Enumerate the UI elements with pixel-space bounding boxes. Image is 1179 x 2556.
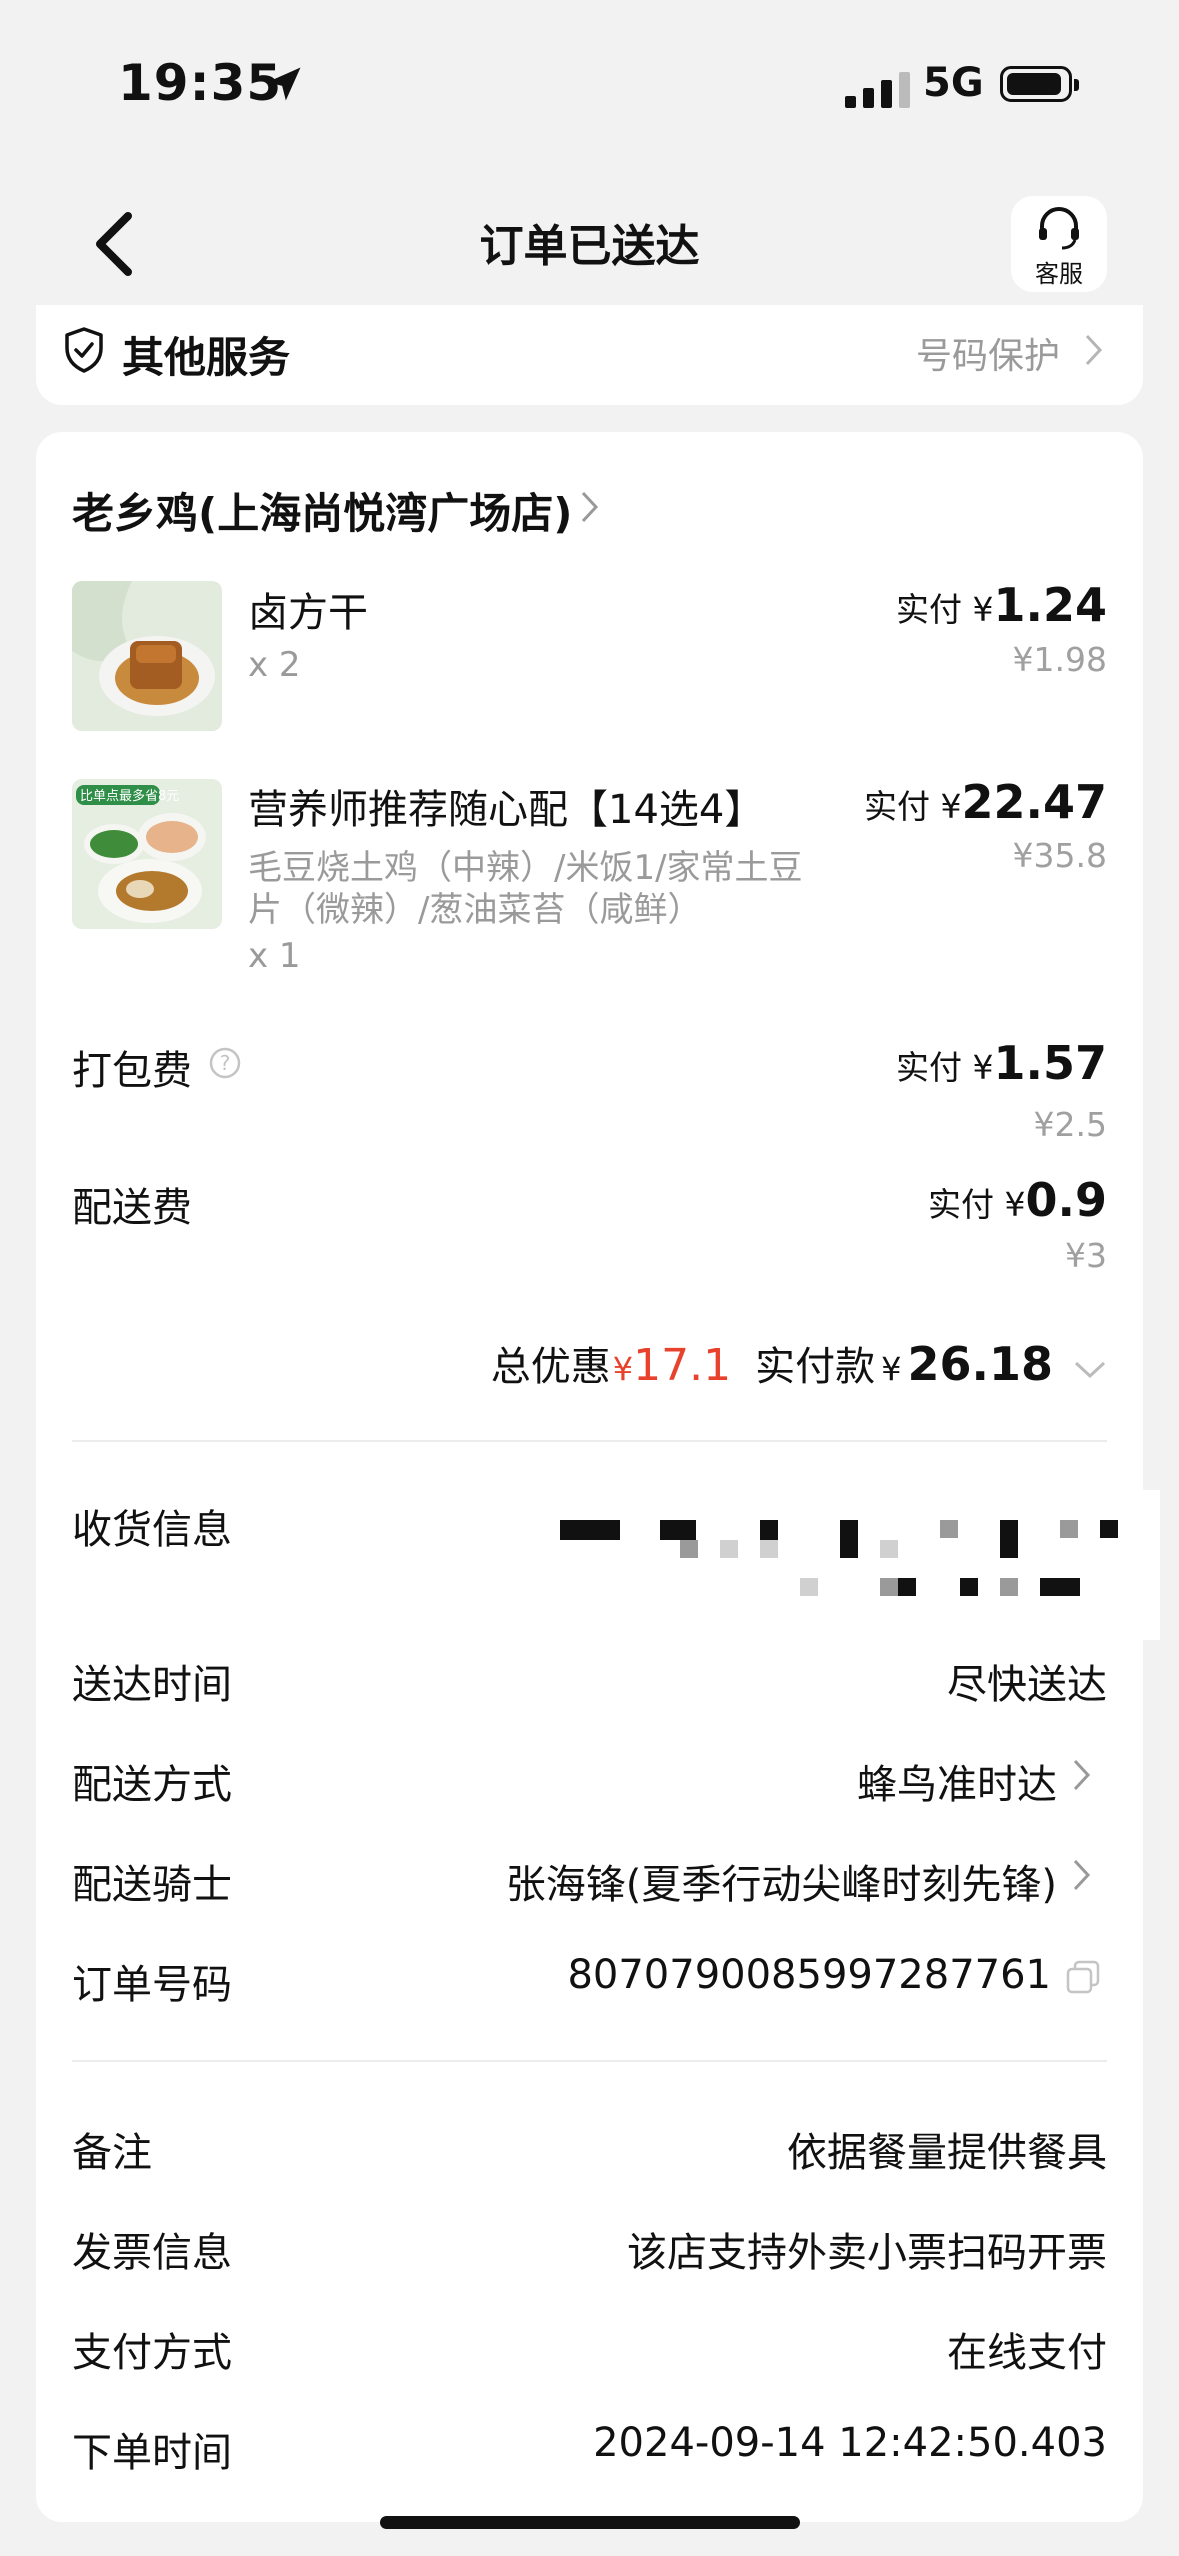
page-title: 订单已送达 [479, 221, 700, 272]
battery-icon [1000, 66, 1079, 102]
divider [72, 1440, 1107, 1442]
copy-icon[interactable] [1064, 1958, 1102, 1996]
delivery-time-value: 尽快送达 [947, 1662, 1107, 1708]
rider-label: 配送骑士 [72, 1862, 232, 1908]
packaging-fee-label: 打包费 [72, 1048, 192, 1094]
shop-chevron-right-icon[interactable] [580, 490, 600, 524]
order-time-value: 2024-09-14 12:42:50.403 [593, 2420, 1107, 2466]
delivery-method-label: 配送方式 [72, 1762, 232, 1808]
customer-service-button[interactable]: 客服 [1011, 196, 1107, 292]
item-name: 卤方干 [248, 590, 368, 636]
receiver-info-label: 收货信息 [72, 1507, 232, 1553]
total-discount-value: 17.1 [633, 1340, 732, 1391]
delivery-fee-label: 配送费 [72, 1185, 192, 1231]
rider-value[interactable]: 张海锋(夏季行动尖峰时刻先锋) [506, 1852, 1057, 1910]
chevron-right-icon[interactable] [1072, 1858, 1092, 1892]
discount-currency: ¥ [612, 1350, 634, 1388]
delivery-time-label: 送达时间 [72, 1662, 232, 1708]
number-protection-label[interactable]: 号码保护 [860, 327, 1060, 379]
order-detail-card [36, 432, 1143, 2522]
packaging-fee-original: ¥2.5 [1033, 1105, 1107, 1144]
order-total-summary[interactable]: 总优惠 ¥ 17.1 实付款 ¥ 26.18 [491, 1334, 1107, 1392]
item-quantity: x 2 [248, 645, 301, 685]
promo-badge-text: 比单点最多省8元 [80, 788, 179, 804]
chevron-right-icon[interactable] [1072, 1758, 1092, 1792]
network-type: 5G [923, 60, 984, 106]
order-number-value: 8070790085997287761 [567, 1952, 1051, 1998]
shop-name[interactable]: 老乡鸡(上海尚悦湾广场店) [72, 480, 572, 541]
item-image-braised-tofu[interactable] [72, 581, 222, 731]
item-original-price: ¥1.98 [1012, 640, 1107, 679]
delivery-fee-original: ¥3 [1065, 1236, 1107, 1275]
delivery-fee-paid: 实付 ¥0.9 [928, 1173, 1107, 1227]
item-spec-line2: 片（微辣）/葱油菜苔（咸鲜） [248, 890, 702, 930]
headset-icon [1039, 207, 1079, 250]
location-arrow-icon [267, 67, 301, 101]
order-number-label: 订单号码 [72, 1962, 232, 2008]
divider [72, 2060, 1107, 2062]
cellular-signal-icon [845, 68, 910, 108]
shield-check-icon [65, 327, 103, 373]
item-original-price: ¥35.8 [1012, 836, 1107, 875]
help-question-icon[interactable]: ? [208, 1046, 242, 1080]
payment-method-value: 在线支付 [947, 2330, 1107, 2376]
note-label: 备注 [72, 2130, 152, 2176]
order-time-label: 下单时间 [72, 2430, 232, 2476]
item-paid-price: 实付 ¥1.24 [896, 578, 1107, 632]
item-paid-price: 实付 ¥22.47 [863, 775, 1107, 829]
item-quantity: x 1 [248, 936, 301, 976]
svg-text:?: ? [220, 1051, 231, 1075]
chevron-down-icon [1074, 1361, 1106, 1379]
invoice-value: 该店支持外卖小票扫码开票 [627, 2230, 1107, 2276]
item-name: 营养师推荐随心配【14选4】 [248, 787, 765, 833]
packaging-fee-paid: 实付 ¥1.57 [896, 1036, 1107, 1090]
paid-currency: ¥ [881, 1350, 902, 1388]
total-discount-label: 总优惠 [490, 1344, 611, 1390]
payment-method-label: 支付方式 [72, 2330, 232, 2376]
invoice-label: 发票信息 [72, 2230, 232, 2276]
services-title: 其他服务 [122, 333, 291, 382]
delivery-method-value[interactable]: 蜂鸟准时达 [857, 1752, 1057, 1810]
receiver-info-redacted [520, 1490, 1160, 1640]
home-indicator[interactable] [380, 2516, 800, 2529]
status-time: 19:35 [118, 54, 283, 112]
customer-service-label: 客服 [1035, 260, 1083, 288]
paid-amount-value: 26.18 [907, 1337, 1053, 1391]
note-value: 依据餐量提供餐具 [787, 2130, 1107, 2176]
item-image-combo-meal[interactable]: 比单点最多省8元 [72, 779, 222, 929]
chevron-right-icon [1085, 334, 1103, 366]
paid-amount-label: 实付款 [755, 1344, 876, 1390]
